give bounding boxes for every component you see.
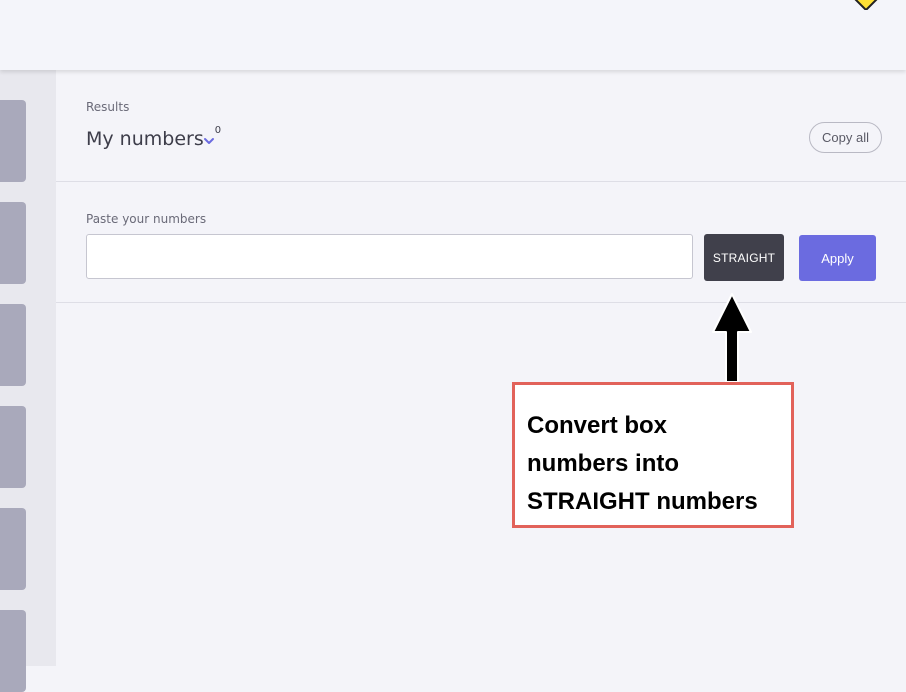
sidebar bbox=[0, 70, 56, 692]
paste-numbers-input[interactable] bbox=[86, 234, 693, 279]
divider bbox=[56, 302, 906, 303]
sidebar-tab-3[interactable] bbox=[0, 304, 26, 386]
sidebar-tab-4[interactable] bbox=[0, 406, 26, 488]
results-title-row: My numbers 0 bbox=[86, 125, 221, 150]
callout-line: numbers into bbox=[527, 450, 680, 477]
straight-button[interactable]: STRAIGHT bbox=[704, 234, 784, 281]
divider bbox=[56, 181, 906, 182]
results-label: Results bbox=[86, 100, 130, 114]
main-panel: Results My numbers 0 Copy all Paste your… bbox=[56, 70, 906, 666]
arrow-up-icon bbox=[712, 293, 752, 383]
apply-button[interactable]: Apply bbox=[799, 235, 876, 281]
callout-line: STRAIGHT numbers bbox=[527, 488, 758, 515]
sidebar-tab-5[interactable] bbox=[0, 508, 26, 590]
paste-numbers-label: Paste your numbers bbox=[86, 212, 207, 226]
sidebar-tab-1[interactable] bbox=[0, 100, 26, 182]
results-title: My numbers bbox=[86, 128, 204, 150]
annotation-callout: Convert box numbers into STRAIGHT number… bbox=[512, 382, 794, 528]
chevron-down-icon[interactable] bbox=[202, 134, 216, 148]
copy-all-button[interactable]: Copy all bbox=[809, 122, 882, 153]
sidebar-tab-2[interactable] bbox=[0, 202, 26, 284]
callout-line: Convert box bbox=[527, 412, 668, 439]
top-bar bbox=[0, 0, 906, 70]
diamond-icon[interactable] bbox=[852, 0, 880, 10]
sidebar-tab-6[interactable] bbox=[0, 610, 26, 692]
